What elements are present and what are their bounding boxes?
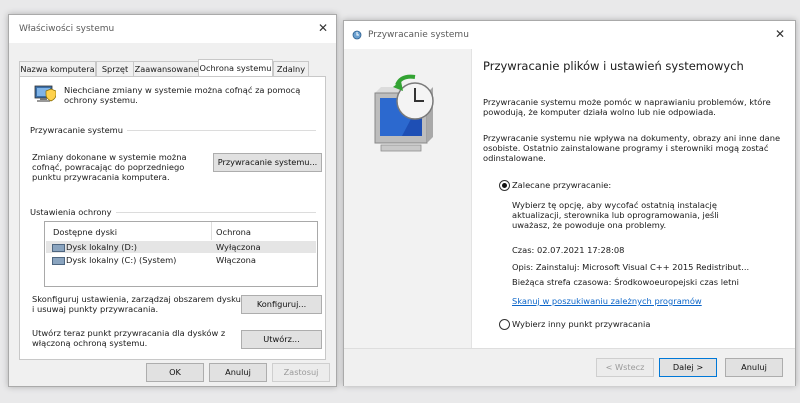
drive-icon — [52, 244, 65, 252]
intro-text-line1: Niechciane zmiany w systemie można cofną… — [64, 85, 301, 95]
drives-list[interactable]: Dostępne dyski Ochrona Dysk lokalny (D:)… — [44, 221, 318, 287]
system-properties-title: Właściwości systemu — [19, 24, 115, 34]
drives-header-name[interactable]: Dostępne dyski — [53, 227, 117, 238]
recommended-restore-radio[interactable] — [499, 180, 510, 191]
system-protection-page: Niechciane zmiany w systemie można cofną… — [19, 76, 326, 360]
drives-header-status[interactable]: Ochrona — [216, 227, 251, 238]
system-restore-button[interactable]: Przywracanie systemu... — [213, 153, 322, 172]
restore-time: Czas: 02.07.2021 17:28:08 — [512, 245, 625, 255]
scan-dependent-programs-link[interactable]: Skanuj w poszukiwaniu zależnych programó… — [512, 296, 702, 307]
system-properties-window: Właściwości systemu ✕ Nazwa komputera Sp… — [8, 14, 337, 387]
drive-row-c[interactable]: Dysk lokalny (C:) (System) Włączona — [46, 254, 316, 266]
para2-line3: odinstalowane. — [483, 153, 546, 163]
configure-text-line1: Skonfiguruj ustawienia, zarządzaj obszar… — [32, 294, 241, 304]
drive-d-name: Dysk lokalny (D:) — [66, 242, 137, 252]
drive-icon — [52, 257, 65, 265]
restore-text-line3: punktu przywracania komputera. — [32, 172, 170, 182]
restore-text-line2: cofnąć, powracając do poprzedniego — [32, 162, 185, 172]
create-text-line2: włączoną ochroną systemu. — [32, 338, 148, 348]
para2-line1: Przywracanie systemu nie wpływa na dokum… — [483, 133, 781, 143]
restore-description: Opis: Zainstaluj: Microsoft Visual C++ 2… — [512, 262, 750, 272]
para1-line1: Przywracanie systemu może pomóc w napraw… — [483, 97, 771, 107]
system-restore-titlebar: Przywracanie systemu ✕ — [344, 21, 795, 49]
back-button[interactable]: < Wstecz — [596, 358, 654, 377]
tab-remote[interactable]: Zdalny — [273, 61, 309, 77]
tab-advanced[interactable]: Zaawansowane — [133, 61, 200, 77]
protection-group-title: Ustawienia ochrony — [30, 207, 116, 217]
recommended-restore-label[interactable]: Zalecane przywracanie: — [512, 180, 611, 191]
create-button[interactable]: Utwórz... — [241, 330, 322, 349]
content-divider — [471, 49, 472, 348]
system-properties-titlebar: Właściwości systemu ✕ — [9, 15, 336, 43]
next-button[interactable]: Dalej > — [659, 358, 717, 377]
close-icon[interactable]: ✕ — [315, 20, 331, 36]
cancel-button[interactable]: Anuluj — [209, 363, 267, 382]
create-text-line1: Utwórz teraz punkt przywracania dla dysk… — [32, 328, 226, 338]
tab-computer-name[interactable]: Nazwa komputera — [19, 61, 96, 77]
restore-cancel-button[interactable]: Anuluj — [725, 358, 783, 377]
para1-line2: powodują, że komputer działa wolno lub n… — [483, 107, 716, 117]
rec-desc-line2: aktualizacji, sterownika lub oprogramowa… — [512, 210, 719, 220]
choose-other-point-radio[interactable] — [499, 319, 510, 330]
para2-line2: osobiste. Ostatnio zainstalowane program… — [483, 143, 769, 153]
system-restore-icon — [367, 73, 447, 163]
drives-header-separator — [211, 222, 212, 240]
rec-desc-line1: Wybierz tę opcję, aby wycofać ostatnią i… — [512, 200, 717, 210]
drive-c-status: Włączona — [216, 255, 256, 265]
restore-heading: Przywracanie plików i ustawień systemowy… — [483, 59, 744, 73]
system-restore-title: Przywracanie systemu — [368, 30, 469, 40]
shield-computer-icon — [32, 82, 57, 106]
configure-button[interactable]: Konfiguruj... — [241, 295, 322, 314]
configure-text-line2: i usuwaj punkty przywracania. — [32, 304, 159, 314]
restore-group-title: Przywracanie systemu — [30, 125, 128, 135]
drive-row-d[interactable]: Dysk lokalny (D:) Wyłączona — [46, 241, 316, 253]
ok-button[interactable]: OK — [146, 363, 204, 382]
tab-hardware[interactable]: Sprzęt — [96, 61, 134, 77]
system-restore-window: Przywracanie systemu ✕ Przywracanie plik… — [343, 20, 796, 386]
drive-c-name: Dysk lokalny (C:) (System) — [66, 255, 177, 265]
rec-desc-line3: uważasz, że powoduje ona problemy. — [512, 220, 667, 230]
intro-text-line2: ochrony systemu. — [64, 95, 138, 105]
restore-text-line1: Zmiany dokonane w systemie można — [32, 152, 187, 162]
system-restore-title-icon — [352, 30, 362, 40]
apply-button[interactable]: Zastosuj — [272, 363, 330, 382]
choose-other-point-label[interactable]: Wybierz inny punkt przywracania — [512, 319, 650, 330]
close-icon[interactable]: ✕ — [772, 26, 788, 42]
drive-d-status: Wyłączona — [216, 242, 261, 252]
restore-timezone: Bieżąca strefa czasowa: Środkowoeuropejs… — [512, 277, 739, 287]
